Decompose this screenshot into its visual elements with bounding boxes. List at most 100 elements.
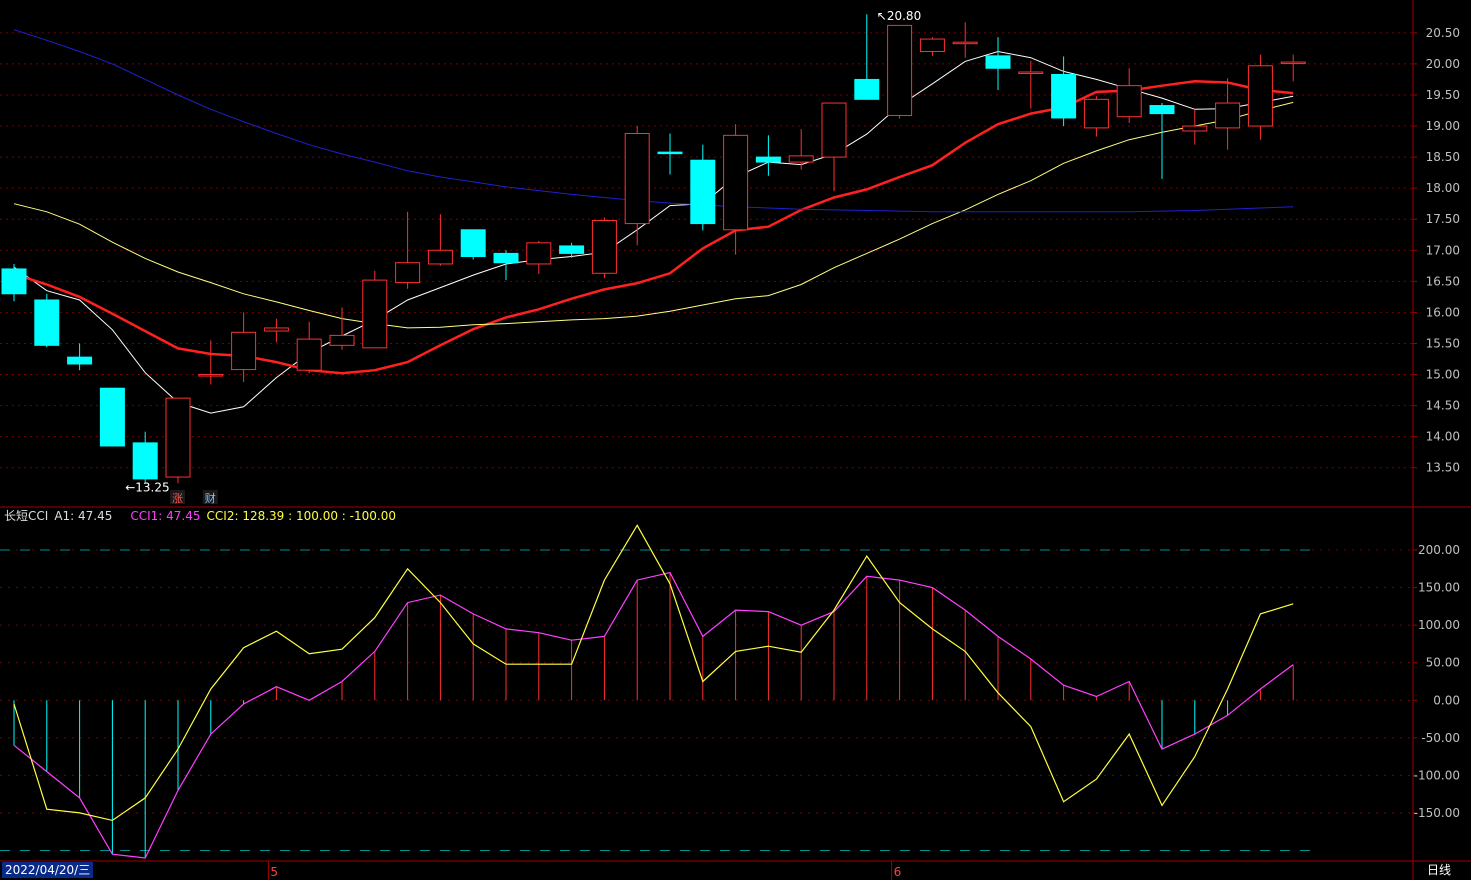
candle [395, 211, 421, 289]
cci1-line [13, 571, 1294, 859]
candle [132, 431, 158, 484]
candle-body [952, 41, 978, 45]
candle-body [559, 245, 585, 254]
candle-body [591, 219, 617, 274]
price-tick-label: 13.50 [1426, 461, 1460, 475]
event-marker: 财 [205, 491, 216, 505]
candle-body [624, 132, 650, 225]
candle-body [460, 229, 486, 258]
indicator-header: 长短CCI A1: 47.45 CCI1: 47.45 CCI2: 128.39 : … [4, 507, 402, 524]
candle-body [723, 134, 749, 231]
candle-body [1083, 98, 1109, 129]
price-tick-label: 20.00 [1426, 57, 1460, 71]
candle-body [1018, 71, 1044, 74]
price-tick-label: 20.50 [1426, 26, 1460, 40]
candle [34, 293, 60, 348]
high-price-label: ↖20.80 [877, 9, 921, 23]
month-label: 6 [894, 865, 902, 879]
candle [1083, 96, 1109, 137]
candle [1116, 68, 1142, 123]
candle [755, 135, 781, 176]
candle [952, 22, 978, 58]
low-price-label: ←13.25 [125, 480, 169, 494]
candle [1280, 54, 1306, 82]
candle-body [34, 299, 60, 346]
candle-body [427, 249, 453, 265]
price-tick-label: 19.00 [1426, 119, 1460, 133]
candle [591, 217, 617, 279]
candle-body [296, 338, 322, 371]
candle-body [1149, 105, 1175, 115]
candle-body [755, 156, 781, 163]
cci-tick-label: 50.00 [1426, 656, 1460, 670]
candle-body [788, 155, 814, 163]
candle-body [1280, 61, 1306, 65]
price-tick-label: 17.50 [1426, 212, 1460, 226]
price-tick-label: 16.00 [1426, 305, 1460, 319]
price-tick-label: 16.50 [1426, 274, 1460, 288]
candle [690, 144, 716, 231]
candle-body [1051, 73, 1077, 119]
candle-body [1247, 65, 1273, 127]
candle-body [362, 279, 388, 349]
candle [624, 126, 650, 246]
candle [493, 250, 519, 281]
event-marker: 涨 [172, 492, 183, 505]
candle [1149, 103, 1175, 179]
candle [887, 24, 913, 119]
candle [460, 229, 486, 260]
candle [1, 263, 27, 302]
candle [198, 340, 224, 385]
stock-chart[interactable]: 13.50 14.00 14.50 15.00 15.50 16.00 16.50 17.00… [0, 0, 1471, 880]
cci-tick-label: 100.00 [1418, 618, 1460, 632]
price-tick-label: 17.00 [1426, 243, 1460, 257]
cci2-legend: CCI2: 128.39 : 100.00 : -100.00 [206, 509, 396, 523]
candle [99, 387, 125, 447]
candle [67, 343, 93, 371]
cci-tick-label: -150.00 [1414, 806, 1460, 820]
candle [1182, 109, 1208, 145]
candle-body [657, 151, 683, 155]
indicator-name: 长短CCI [4, 509, 49, 523]
candle-body [1215, 102, 1241, 129]
candle [821, 102, 847, 192]
candle-body [67, 356, 93, 365]
candle [1051, 56, 1077, 127]
candle-body [985, 55, 1011, 69]
candle [329, 307, 355, 350]
candle [296, 321, 322, 374]
cci-tick-label: 0.00 [1433, 693, 1460, 707]
cci1-legend: CCI1: 47.45 [130, 509, 201, 523]
candle-body [690, 159, 716, 225]
candle-body [1116, 85, 1142, 118]
candle [1247, 54, 1273, 140]
price-tick-label: 18.00 [1426, 181, 1460, 195]
moving-average-line [13, 101, 1294, 329]
candle-body [1, 268, 27, 295]
candle-body [1182, 125, 1208, 132]
candle-body [198, 374, 224, 377]
candle-body [263, 327, 289, 332]
candle [854, 14, 880, 100]
candle-body [99, 387, 125, 447]
cci2-line [13, 524, 1294, 822]
cci-tick-label: -100.00 [1414, 768, 1460, 782]
month-label: 5 [270, 865, 278, 879]
indicator-a1: A1: 47.45 [54, 509, 113, 523]
candle [362, 270, 388, 349]
period-label[interactable]: 日线 [1427, 862, 1451, 878]
candle-body [231, 331, 257, 371]
candle [231, 312, 257, 382]
candle-body [395, 262, 421, 284]
candle-body [329, 334, 355, 346]
candle [165, 397, 191, 484]
candle [427, 214, 453, 266]
candle-body [919, 38, 945, 52]
price-tick-label: 18.50 [1426, 150, 1460, 164]
candle [657, 133, 683, 175]
candle [919, 37, 945, 56]
cci-tick-label: 200.00 [1418, 543, 1460, 557]
candle-body [165, 397, 191, 478]
candle-body [493, 252, 519, 264]
candle [526, 240, 552, 274]
